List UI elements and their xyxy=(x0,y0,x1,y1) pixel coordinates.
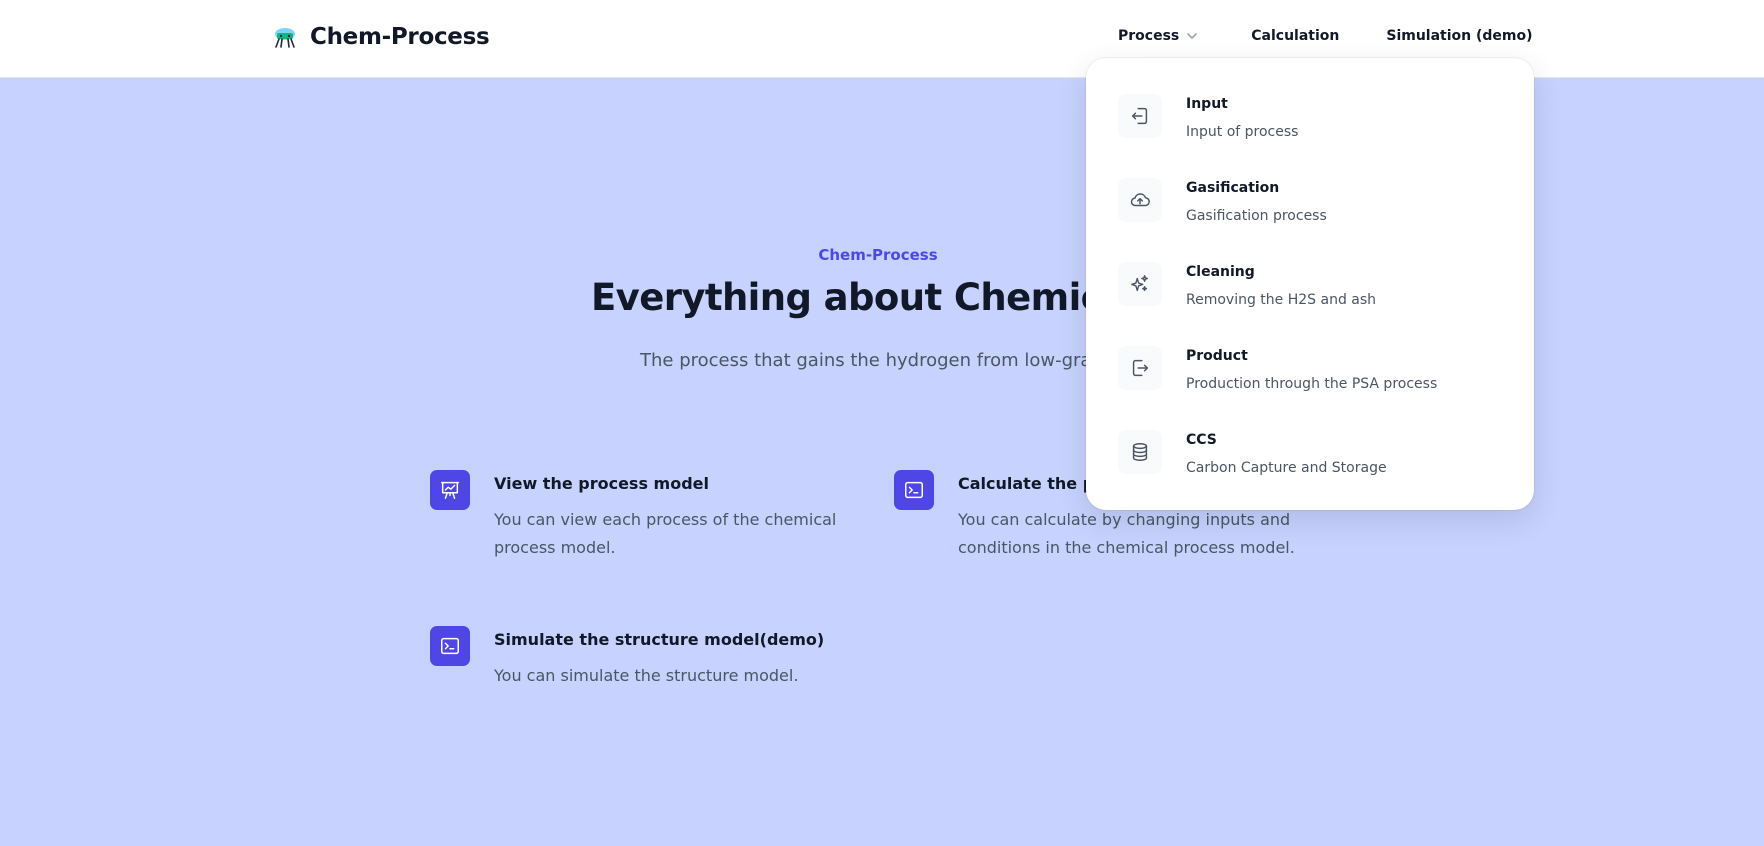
menu-item-desc: Removing the H2S and ash xyxy=(1186,292,1377,308)
sparkles-icon xyxy=(1118,262,1162,306)
feature-title: View the process model xyxy=(494,474,709,493)
feature-title: Simulate the structure model(demo) xyxy=(494,630,825,649)
feature-desc: You can view each process of the chemica… xyxy=(494,510,837,557)
main-nav: Process Calculation Simulation (demo) xyxy=(1118,26,1533,46)
menu-item-title: Input xyxy=(1186,96,1228,112)
process-dropdown-menu: Input Input of process Gasification Gasi… xyxy=(1086,58,1534,510)
nav-calculation[interactable]: Calculation xyxy=(1251,26,1339,46)
cloud-upload-icon xyxy=(1118,178,1162,222)
nav-process-label: Process xyxy=(1118,28,1180,44)
menu-item-gasification[interactable]: Gasification Gasification process xyxy=(1118,178,1518,248)
logout-icon xyxy=(1118,346,1162,390)
menu-item-desc: Production through the PSA process xyxy=(1186,376,1438,392)
menu-item-desc: Input of process xyxy=(1186,124,1299,140)
menu-item-desc: Gasification process xyxy=(1186,208,1327,224)
chevron-down-icon xyxy=(1187,33,1198,39)
database-icon xyxy=(1118,430,1162,474)
menu-item-title: Cleaning xyxy=(1186,264,1255,280)
brand-link[interactable]: Chem-Process xyxy=(272,24,490,50)
menu-item-cleaning[interactable]: Cleaning Removing the H2S and ash xyxy=(1118,262,1518,332)
menu-item-input[interactable]: Input Input of process xyxy=(1118,94,1518,164)
menu-item-title: Product xyxy=(1186,348,1248,364)
login-icon xyxy=(1118,94,1162,138)
presentation-chart-icon xyxy=(430,470,470,510)
feature-desc: You can calculate by changing inputs and… xyxy=(958,510,1295,557)
feature-desc: You can simulate the structure model. xyxy=(494,666,799,685)
nav-simulation[interactable]: Simulation (demo) xyxy=(1386,26,1532,46)
menu-item-ccs[interactable]: CCS Carbon Capture and Storage xyxy=(1118,430,1518,500)
flask-logo-icon xyxy=(275,28,295,48)
brand-name: Chem-Process xyxy=(310,24,490,50)
menu-item-product[interactable]: Product Production through the PSA proce… xyxy=(1118,346,1518,416)
menu-item-title: Gasification xyxy=(1186,180,1280,196)
terminal-icon xyxy=(894,470,934,510)
nav-process[interactable]: Process xyxy=(1118,26,1199,46)
terminal-icon xyxy=(430,626,470,666)
menu-item-title: CCS xyxy=(1186,432,1217,448)
menu-item-desc: Carbon Capture and Storage xyxy=(1186,460,1387,476)
